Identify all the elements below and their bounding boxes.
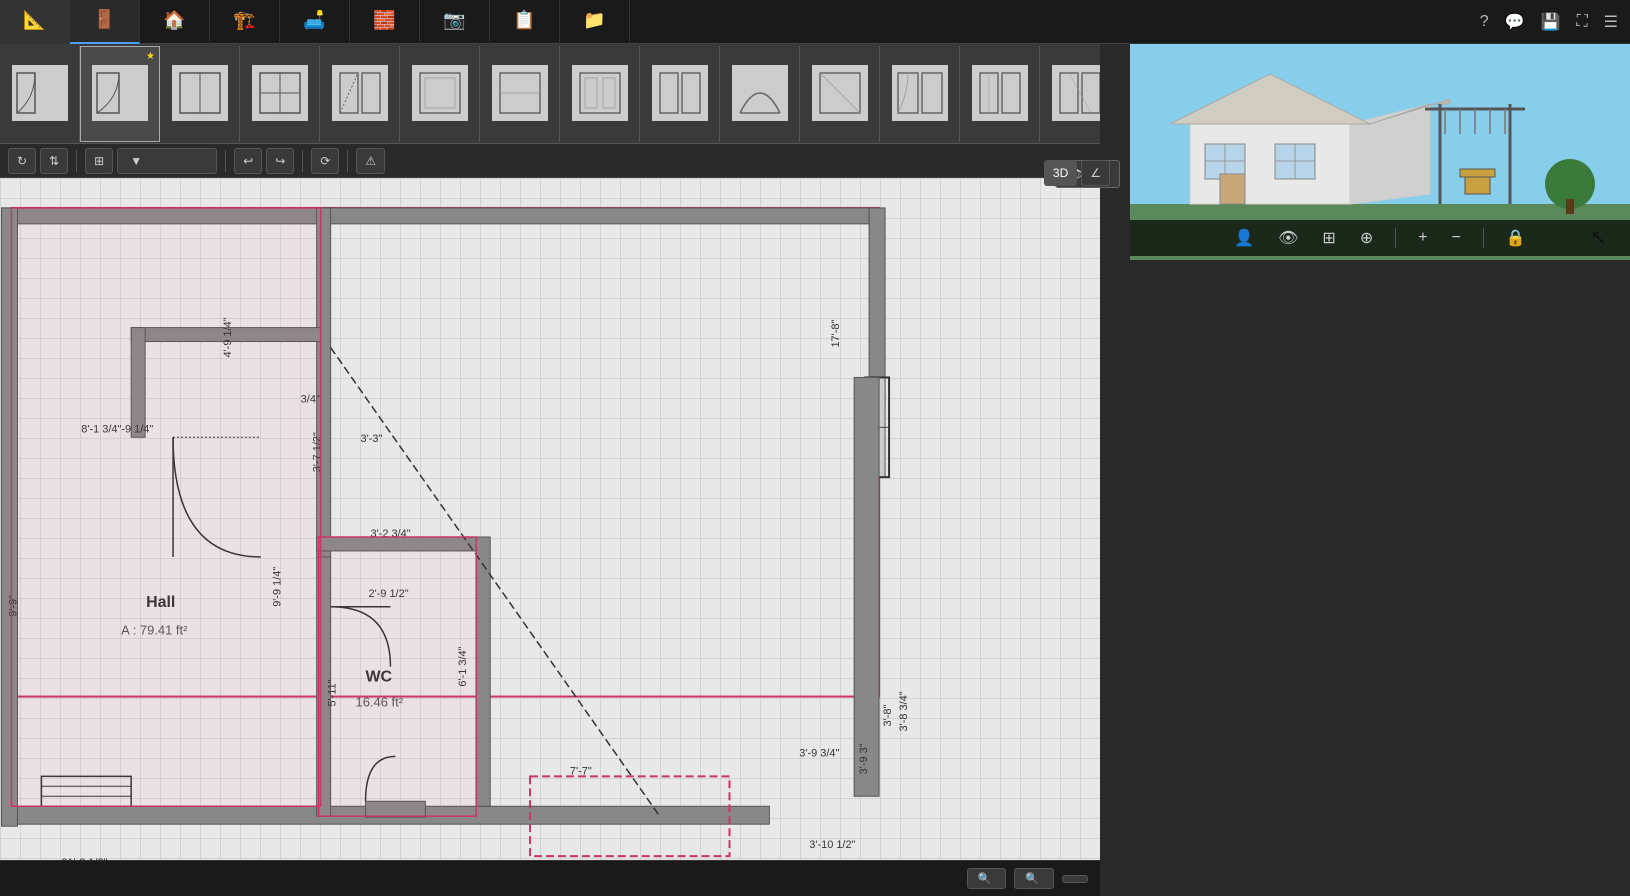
chat-button[interactable]: 💬	[1501, 8, 1529, 36]
dim-3ft3: 3'-3"	[361, 433, 383, 445]
dim-7ft7: 7'-7"	[570, 765, 592, 777]
toolbar-materials[interactable]: 🧱	[350, 0, 420, 44]
undo-button[interactable]: ↩	[234, 148, 262, 174]
roof-icon: 🏠	[163, 10, 185, 31]
thumbnail-11[interactable]	[800, 46, 880, 142]
dim-3ft103: 3'-10 1/2"	[809, 839, 855, 851]
thumb-img-2	[92, 65, 148, 121]
dim-3ft83: 3'-8 3/4"	[898, 691, 910, 731]
lock-3d-button[interactable]: 🔒	[1500, 224, 1532, 252]
view-toolbar: 3D ∠	[1044, 160, 1110, 186]
right-panel-toolbar: 👤 👁 ⊞ ⊕ + − 🔒	[1130, 220, 1630, 256]
dim-3ft8: 3'-8"	[882, 705, 894, 727]
floor-plan-svg: 4'-9 1/4" 3/4" 8'-1 3/4"-9 1/4" 3'-3" 3'…	[0, 178, 1100, 896]
redo-button[interactable]: ↪	[266, 148, 294, 174]
rotate-button[interactable]: ⟳	[311, 148, 339, 174]
plans-details-icon: 📋	[513, 10, 535, 31]
thumbnail-13[interactable]	[960, 46, 1040, 142]
thumb-img-13	[972, 65, 1028, 121]
save-button[interactable]: 💾	[1537, 8, 1565, 36]
dropdown-arrow-icon: ▼	[130, 154, 142, 168]
separator-2	[225, 150, 226, 172]
thumbnail-7[interactable]	[480, 46, 560, 142]
toolbar-roof[interactable]: 🏠	[140, 0, 210, 44]
layout-icon: 📐	[23, 10, 45, 31]
thumb-img-7	[492, 65, 548, 121]
main-canvas: 4'-9 1/4" 3/4" 8'-1 3/4"-9 1/4" 3'-3" 3'…	[0, 178, 1100, 896]
furnishings-icon: 🛋️	[303, 10, 325, 31]
toolbar-wall-openings[interactable]: 🚪	[70, 0, 140, 44]
separator-3	[302, 150, 303, 172]
navigate-button[interactable]	[1062, 875, 1088, 883]
person-view-button[interactable]: 👤	[1228, 224, 1260, 252]
thumbnail-8[interactable]	[560, 46, 640, 142]
thumb-img-5	[332, 65, 388, 121]
thumb-img-8	[572, 65, 628, 121]
thumb-img-11	[812, 65, 868, 121]
thumbnail-12[interactable]	[880, 46, 960, 142]
thumb-img-4	[252, 65, 308, 121]
menu-button[interactable]: ☰	[1600, 8, 1622, 36]
thumbnail-2[interactable]: ★	[80, 46, 160, 142]
materials-icon: 🧱	[373, 10, 395, 31]
folder-icon: 📁	[583, 10, 605, 31]
thumbnail-5[interactable]	[320, 46, 400, 142]
thumbnail-9[interactable]	[640, 46, 720, 142]
bottom-status-bar: 🔍 🔍	[0, 860, 1100, 896]
thumb-img-12	[892, 65, 948, 121]
separator-4	[347, 150, 348, 172]
toolbar-hd-visual[interactable]: 📷	[420, 0, 490, 44]
exterior-icon: 🏗️	[233, 10, 255, 31]
zoom-out-3d-button[interactable]: −	[1446, 225, 1467, 251]
toolbar-exterior[interactable]: 🏗️	[210, 0, 280, 44]
up-down-button[interactable]: ⇅	[40, 148, 68, 174]
warning-button[interactable]: ⚠	[356, 148, 385, 174]
thumbnail-10[interactable]	[720, 46, 800, 142]
zoom-out-button[interactable]: 🔍	[967, 868, 1007, 889]
thumbnail-14[interactable]	[1040, 46, 1100, 142]
thumbnail-bar: ★	[0, 44, 1100, 144]
floor-selector[interactable]: ▼	[117, 148, 217, 174]
thumb-img-10	[732, 65, 788, 121]
corner-icons-bar: ? 💬 💾 ⛶ ☰	[1130, 0, 1630, 44]
target-button[interactable]: ⊕	[1354, 224, 1379, 252]
secondary-toolbar: ↻ ⇅ ⊞ ▼ ↩ ↪ ⟳ ⚠	[0, 144, 1100, 178]
grid-button[interactable]: ⊞	[85, 148, 113, 174]
thumb-img-6	[412, 65, 468, 121]
dim-3ft9c: 3'-9 3"	[858, 743, 870, 774]
zoom-in-icon: 🔍	[1025, 872, 1039, 885]
toolbar-furnishings[interactable]: 🛋️	[280, 0, 350, 44]
view-angle-button[interactable]: ∠	[1081, 160, 1110, 186]
toolbar-plans-details[interactable]: 📋	[490, 0, 560, 44]
eye-view-button[interactable]: 👁	[1272, 224, 1304, 252]
right-panel-bottom-area	[1130, 260, 1630, 896]
thumbnail-3[interactable]	[160, 46, 240, 142]
thumbnail-4[interactable]	[240, 46, 320, 142]
thumbnail-1[interactable]	[0, 46, 80, 142]
zoom-in-button[interactable]: 🔍	[1014, 868, 1054, 889]
hd-visual-icon: 📷	[443, 10, 465, 31]
thumb-img-1	[12, 65, 68, 121]
toolbar-layout[interactable]: 📐	[0, 0, 70, 44]
rp-separator	[1395, 228, 1396, 248]
thumb-img-9	[652, 65, 708, 121]
top-toolbar: 📐 🚪 🏠 🏗️ 🛋️ 🧱 📷 📋 📁	[0, 0, 1130, 44]
zoom-in-3d-button[interactable]: +	[1412, 225, 1433, 251]
view-3d-button[interactable]: 3D	[1044, 160, 1077, 186]
fullscreen-button[interactable]: ⛶	[1572, 9, 1591, 35]
dim-3ft93: 3'-9 3/4"	[799, 747, 839, 759]
star-badge-2: ★	[146, 51, 155, 62]
dim-17ft8: 17'-8"	[830, 320, 842, 348]
rp-separator-2	[1483, 228, 1484, 248]
separator-1	[76, 150, 77, 172]
thumbnail-6[interactable]	[400, 46, 480, 142]
toolbar-folder[interactable]: 📁	[560, 0, 630, 44]
help-button[interactable]: ?	[1476, 9, 1493, 35]
thumb-img-3	[172, 65, 228, 121]
thumb-img-14	[1052, 65, 1101, 121]
grid-view-button[interactable]: ⊞	[1316, 224, 1341, 252]
zoom-out-icon: 🔍	[978, 872, 992, 885]
refresh-button[interactable]: ↻	[8, 148, 36, 174]
wall-openings-icon: 🚪	[93, 9, 115, 30]
